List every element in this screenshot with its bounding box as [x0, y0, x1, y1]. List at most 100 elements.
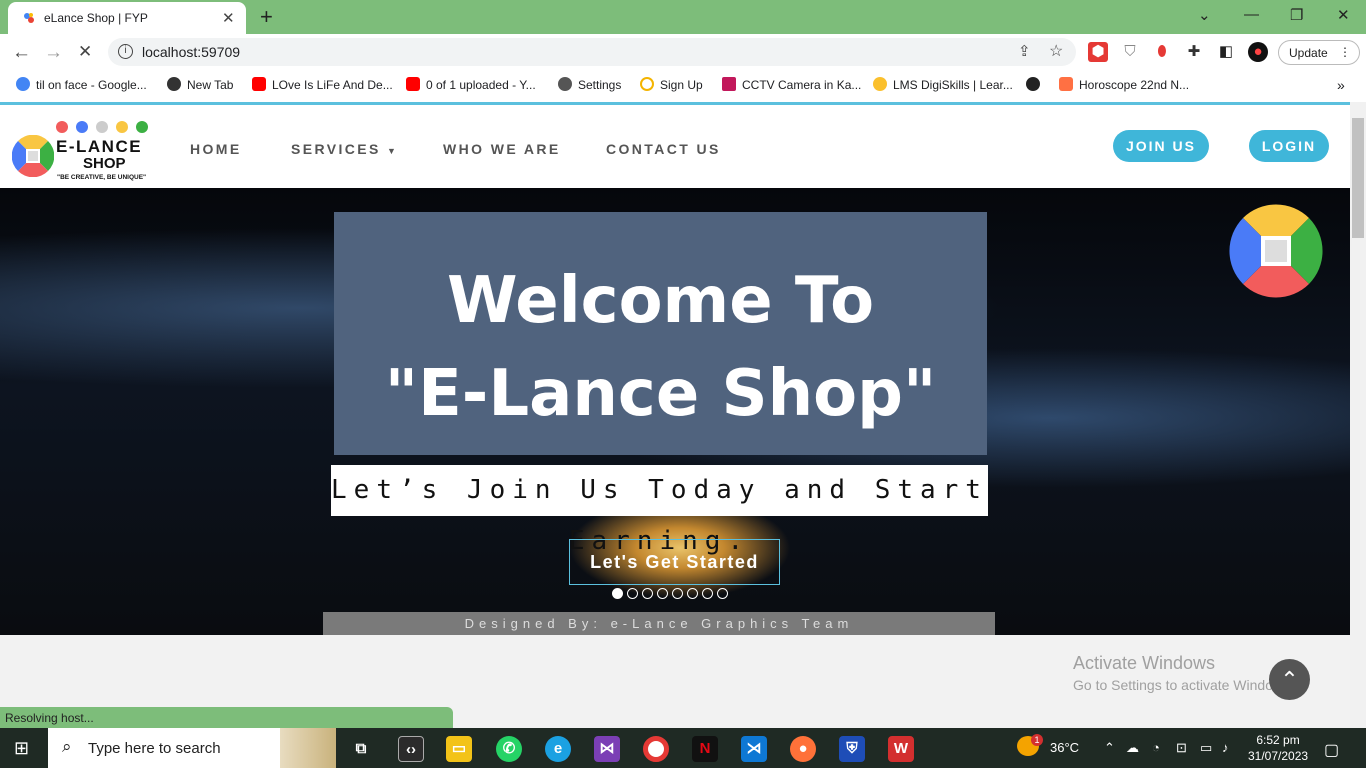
activate-title: Activate Windows — [1073, 653, 1216, 673]
shield-extension-icon[interactable]: ⛉ — [1120, 42, 1140, 62]
slider-dot[interactable] — [612, 588, 623, 599]
notifications-icon[interactable]: ▢ — [1324, 740, 1339, 760]
youtube-icon — [252, 77, 266, 91]
slider-dot[interactable] — [672, 588, 683, 599]
edge-icon[interactable]: e — [545, 736, 571, 762]
activate-subtitle: Go to Settings to activate Windows. — [1073, 677, 1294, 693]
bookmark-item[interactable]: LOve Is LiFe And De... — [252, 77, 393, 92]
taskbar-search[interactable]: ⌕ Type here to search — [48, 728, 336, 768]
volume-icon[interactable]: ♪ — [1222, 740, 1229, 755]
vscode-icon[interactable]: ⋊ — [741, 736, 767, 762]
bookmark-item[interactable]: CCTV Camera in Ka... — [722, 77, 861, 92]
windows-start-icon[interactable]: ⊞ — [14, 738, 29, 759]
bookmark-item[interactable]: 0 of 1 uploaded - Y... — [406, 77, 536, 92]
network-icon[interactable]: ◔ — [1152, 740, 1160, 755]
logo-dot — [56, 121, 68, 133]
site-info-icon[interactable]: i — [118, 44, 133, 59]
back-icon[interactable]: ← — [12, 42, 31, 64]
logo-line2: SHOP — [83, 155, 126, 172]
forward-icon[interactable]: → — [44, 42, 63, 64]
extensions-puzzle-icon[interactable]: ✚ — [1184, 42, 1204, 62]
scroll-to-top-button[interactable]: ⌃ — [1269, 659, 1310, 700]
slider-dot[interactable] — [687, 588, 698, 599]
address-bar[interactable]: i localhost:59709 ⇪ ☆ — [108, 38, 1076, 66]
chrome-icon[interactable] — [643, 736, 669, 762]
menu-dots-icon[interactable]: ⋮ — [1339, 45, 1351, 59]
site-navbar: E-LANCE SHOP "BE CREATIVE, BE UNIQUE" HO… — [0, 105, 1350, 188]
bookmark-item[interactable]: Horoscope 22nd N... — [1059, 77, 1189, 92]
bookmark-item[interactable]: Sign Up — [640, 77, 703, 92]
share-icon[interactable]: ⇪ — [1018, 42, 1031, 60]
wps-app-icon[interactable]: W — [888, 736, 914, 762]
nav-services[interactable]: SERVICES ▼ — [291, 141, 398, 157]
visual-studio-icon[interactable]: ⋈ — [594, 736, 620, 762]
weather-badge: 1 — [1031, 734, 1043, 746]
tray-chevron-up-icon[interactable]: ⌃ — [1104, 740, 1115, 756]
logo-line1: E-LANCE — [56, 137, 143, 156]
slider-dot[interactable] — [657, 588, 668, 599]
file-explorer-icon[interactable]: ▭ — [446, 736, 472, 762]
hero-slider: Welcome To "E-Lance Shop" Let’s Join Us … — [0, 188, 1350, 635]
clock-time: 6:52 pm — [1256, 733, 1300, 747]
slider-dot[interactable] — [642, 588, 653, 599]
task-view-icon[interactable]: ⧉ — [348, 736, 374, 762]
globe-icon — [1026, 77, 1040, 91]
slider-dot[interactable] — [627, 588, 638, 599]
login-button[interactable]: LOGIN — [1249, 130, 1329, 162]
bookmark-item[interactable]: til on face - Google... — [16, 77, 147, 92]
cctv-grid-icon — [722, 77, 736, 91]
onedrive-icon[interactable]: ☁ — [1126, 740, 1139, 756]
extension-red-icon[interactable]: ⬢ — [1088, 42, 1108, 62]
nav-contact-us[interactable]: CONTACT US — [606, 141, 721, 157]
horoscope-icon — [1059, 77, 1073, 91]
caret-down-icon: ▼ — [387, 146, 399, 156]
weather-temp[interactable]: 36°C — [1050, 740, 1079, 755]
chevron-up-icon: ⌃ — [1280, 667, 1299, 692]
new-tab-icon[interactable]: + — [260, 4, 273, 30]
taskbar-clock[interactable]: 6:52 pm 31/07/2023 — [1248, 732, 1308, 764]
bookmark-star-icon[interactable]: ☆ — [1049, 41, 1063, 61]
search-highlight-image — [280, 728, 336, 768]
bookmark-item[interactable]: New Tab — [167, 77, 233, 92]
url-text[interactable]: localhost:59709 — [142, 44, 240, 60]
scrollbar-thumb[interactable] — [1352, 118, 1364, 238]
whatsapp-icon[interactable]: ✆ — [496, 736, 522, 762]
side-panel-icon[interactable]: ◧ — [1216, 42, 1236, 62]
logo-dot — [96, 121, 108, 133]
restore-icon[interactable]: ❐ — [1290, 6, 1303, 24]
more-bookmarks-icon[interactable]: » — [1337, 77, 1345, 93]
gear-icon — [558, 77, 572, 91]
bookmark-item[interactable] — [1026, 77, 1046, 92]
tab-title: eLance Shop | FYP — [44, 11, 148, 25]
dev-tool-icon[interactable]: ‹› — [398, 736, 424, 762]
meet-icon[interactable]: ⊡ — [1176, 740, 1187, 756]
get-started-button[interactable]: Let's Get Started — [569, 539, 780, 585]
stop-loading-icon[interactable]: ✕ — [78, 42, 92, 62]
minimize-icon[interactable]: — — [1244, 6, 1259, 23]
opera-extension-icon[interactable]: ⬮ — [1152, 42, 1172, 62]
bookmark-item[interactable]: LMS DigiSkills | Lear... — [873, 77, 1013, 92]
nav-home[interactable]: HOME — [190, 141, 242, 157]
globe-icon — [167, 77, 181, 91]
nav-who-we-are[interactable]: WHO WE ARE — [443, 141, 561, 157]
search-placeholder: Type here to search — [88, 740, 221, 757]
logo-dot — [136, 121, 148, 133]
tab-search-icon[interactable]: ⌄ — [1198, 6, 1211, 24]
update-button[interactable]: Update ⋮ — [1278, 40, 1360, 65]
slider-dot[interactable] — [702, 588, 713, 599]
tab-close-icon[interactable]: ✕ — [222, 9, 235, 27]
slider-dot[interactable] — [717, 588, 728, 599]
clock-date: 31/07/2023 — [1248, 749, 1309, 763]
join-us-button[interactable]: JOIN US — [1113, 130, 1209, 162]
nav-services-label: SERVICES — [291, 141, 381, 157]
bookmark-item[interactable]: Settings — [558, 77, 621, 92]
profile-avatar[interactable]: ● — [1248, 42, 1268, 62]
netflix-icon[interactable]: N — [692, 736, 718, 762]
vpn-app-icon[interactable]: ⛨ — [839, 736, 865, 762]
firefox-icon[interactable]: ● — [790, 736, 816, 762]
battery-icon[interactable]: ▭ — [1200, 740, 1212, 756]
site-logo[interactable]: E-LANCE SHOP "BE CREATIVE, BE UNIQUE" — [12, 119, 162, 189]
google-icon — [16, 77, 30, 91]
window-close-icon[interactable]: ✕ — [1337, 6, 1350, 24]
browser-tab[interactable]: eLance Shop | FYP ✕ — [8, 2, 246, 34]
